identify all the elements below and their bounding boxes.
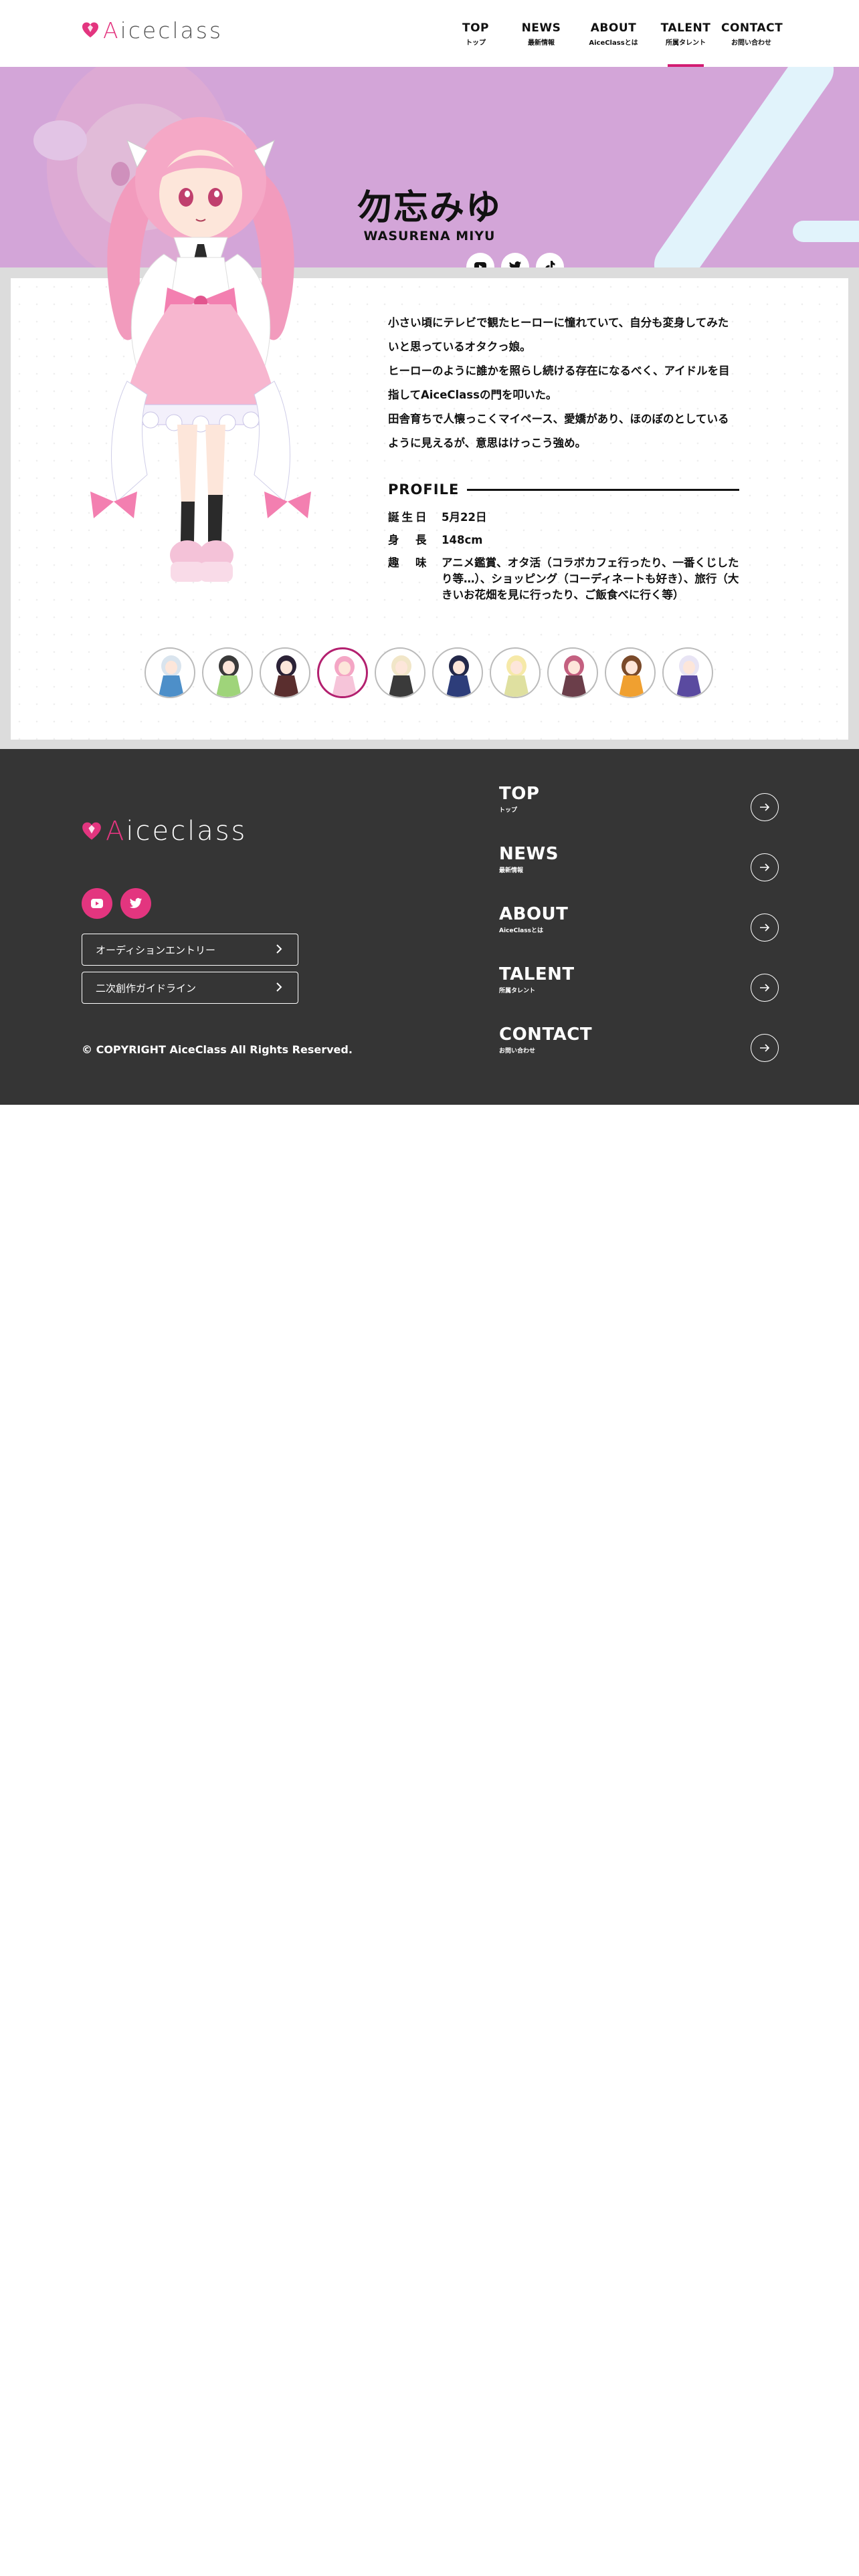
nav-item-contact[interactable]: CONTACT お問い合わせ [721,21,783,67]
talent-thumbnail[interactable] [490,647,541,698]
footer-nav-about[interactable]: ABOUT AiceClassとは [499,904,779,964]
footer-nav-talent[interactable]: TALENT 所属タレント [499,964,779,1025]
audition-entry-button[interactable]: オーディションエントリー [82,934,298,966]
twitter-link[interactable] [501,253,529,267]
youtube-icon [474,262,486,267]
talent-avatar [215,655,242,697]
tiktok-icon [545,261,555,267]
site-footer: Aiceclass オーディションエントリー 二次創作ガイドライン © COPY… [0,749,859,1105]
youtube-icon [91,899,103,908]
twitter-icon [129,897,142,908]
talent-avatar [388,655,415,697]
talent-character-illustration [90,117,311,582]
profile-heading: PROFILE [388,481,739,498]
talent-thumbnail[interactable] [317,647,368,698]
chevron-right-icon [276,944,282,954]
twitter-icon [509,261,522,267]
heart-logo-icon [82,822,101,840]
profile-table: 誕生日 5月22日 身 長 148cm 趣 味アニメ鑑賞、オタ活（コラボカフェ行った… [388,510,739,610]
footer-nav-contact[interactable]: CONTACT お問い合わせ [499,1025,779,1085]
footer-logo[interactable]: Aiceclass [82,816,247,847]
footer-youtube-link[interactable] [82,888,112,919]
main-nav: TOP トップ NEWS 最新情報 ABOUT AiceClassとは TALENT 所… [440,21,783,67]
talent-thumbnail[interactable] [605,647,656,698]
footer-twitter-link[interactable] [120,888,151,919]
talent-avatar [618,655,645,697]
talent-avatar [676,655,702,697]
talent-thumbnail[interactable] [432,647,483,698]
nav-item-news[interactable]: NEWS 最新情報 [511,21,571,67]
site-header: Aiceclass TOP トップ NEWS 最新情報 ABOUT AiceClass… [0,0,859,67]
nav-item-about[interactable]: ABOUT AiceClassとは [577,21,650,67]
logo-wordmark: Aiceclass [106,816,248,847]
chevron-right-icon [276,982,282,992]
talent-thumbnail[interactable] [662,647,713,698]
profile-title: PROFILE [388,481,460,498]
talent-thumbnail[interactable] [375,647,425,698]
description-paragraph: ヒーローのように誰かを照らし続ける存在になるべく、アイドルを目指してAiceCl… [388,364,730,401]
nav-item-top[interactable]: TOP トップ [446,21,506,67]
talent-avatar [332,656,357,696]
talent-thumbnail[interactable] [547,647,598,698]
nav-item-talent[interactable]: TALENT 所属タレント [656,21,716,67]
talent-avatar [273,655,300,697]
profile-row-height: 身 長 148cm [388,534,483,546]
talent-thumbnail-list [145,647,713,698]
talent-thumbnail[interactable] [202,647,253,698]
tiktok-link[interactable] [536,253,564,267]
footer-social-links [82,888,151,919]
profile-row-birthday: 誕生日 5月22日 [388,511,487,524]
divider [467,488,739,491]
arrow-right-icon [751,914,779,942]
talent-thumbnail[interactable] [260,647,310,698]
fan-guideline-button[interactable]: 二次創作ガイドライン [82,972,298,1004]
arrow-right-icon [751,1034,779,1062]
talent-avatar [158,655,185,697]
footer-nav-top[interactable]: TOP トップ [499,784,779,844]
talent-avatar [561,655,587,697]
arrow-right-icon [751,974,779,1002]
copyright-text: © COPYRIGHT AiceClass All Rights Reserve… [82,1043,353,1056]
site-logo[interactable]: Aiceclass [82,17,223,43]
heart-logo-icon [82,22,98,37]
footer-nav: TOP トップ NEWS 最新情報 ABOUT AiceClassとは TALENT 所… [499,784,779,1085]
talent-thumbnail[interactable] [145,647,195,698]
talent-social-links [466,253,564,267]
arrow-right-icon [751,853,779,881]
arrow-right-icon [751,793,779,821]
logo-wordmark: Aiceclass [103,17,223,43]
youtube-link[interactable] [466,253,494,267]
talent-avatar [446,655,472,697]
footer-nav-news[interactable]: NEWS 最新情報 [499,844,779,904]
description-paragraph: 田舎育ちで人懐っこくマイペース、愛嬌があり、ほのぼのとしているように見えるが、意… [388,413,729,449]
talent-description: 小さい頃にテレビで観たヒーローに憧れていて、自分も変身してみたいと思っているオタ… [388,311,739,455]
description-paragraph: 小さい頃にテレビで観たヒーローに憧れていて、自分も変身してみたいと思っているオタ… [388,316,729,353]
talent-avatar [503,655,530,697]
profile-row-hobby: 趣 味アニメ鑑賞、オタ活（コラボカフェ行ったり、一番くじしたり等…）、ショッピン… [388,556,739,601]
